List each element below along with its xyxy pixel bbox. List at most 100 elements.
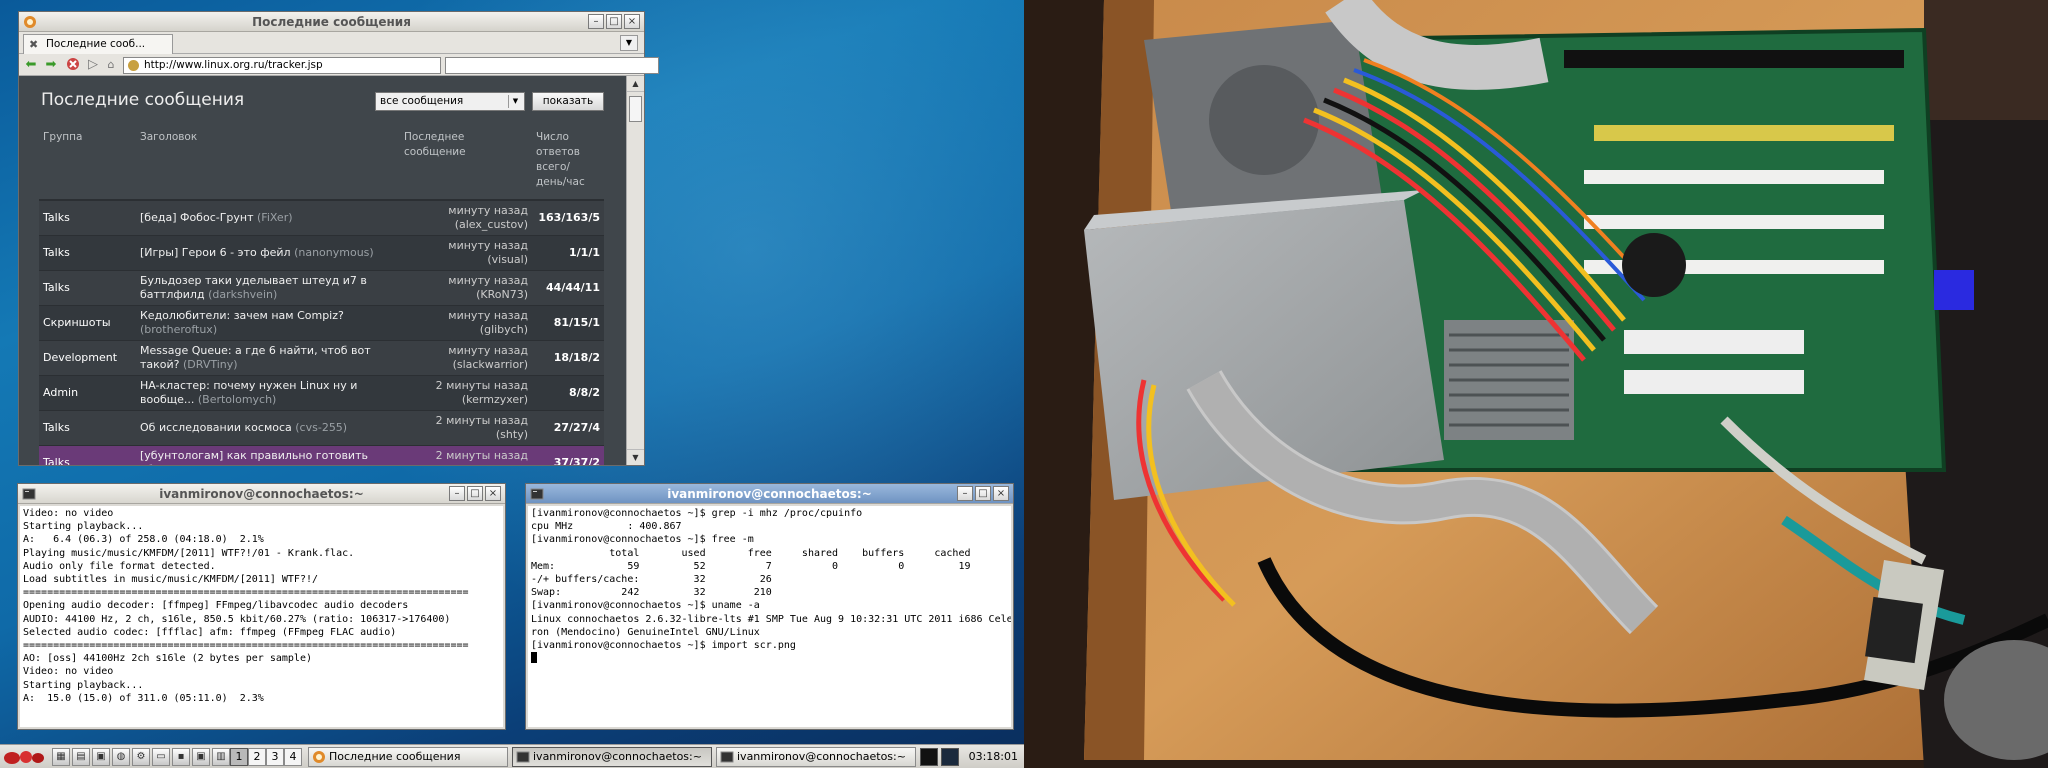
table-row[interactable]: Talks [Игры] Герои 6 - это фейл (nanonymo… bbox=[39, 235, 604, 271]
row-title[interactable]: HA-кластер: почему нужен Linux ну и вооб… bbox=[136, 375, 400, 411]
row-last-user[interactable]: (alex_custov) bbox=[455, 218, 528, 231]
row-group[interactable]: Admin bbox=[39, 375, 136, 411]
row-last-user[interactable]: (glibych) bbox=[480, 323, 528, 336]
row-last-message[interactable]: минуту назад (visual) bbox=[400, 235, 532, 271]
url-field[interactable]: http://www.linux.org.ru/tracker.jsp bbox=[123, 57, 441, 74]
row-last-user[interactable]: (visual) bbox=[487, 253, 528, 266]
row-group[interactable]: Talks bbox=[39, 235, 136, 271]
desktop-switch-3[interactable]: 3 bbox=[266, 748, 284, 766]
terminal-titlebar[interactable]: ivanmironov@connochaetos:~ – □ × bbox=[526, 484, 1013, 504]
taskbar-button-terminal-2[interactable]: ivanmironov@connochaetos:~ bbox=[716, 747, 916, 767]
browser-titlebar[interactable]: Последние сообщения – □ × bbox=[19, 12, 644, 32]
row-author[interactable]: (Bertolomych) bbox=[198, 393, 277, 406]
row-author[interactable]: (cvs-255) bbox=[295, 421, 347, 434]
row-last-message[interactable]: минуту назад (alex_custov) bbox=[400, 200, 532, 236]
row-title-text[interactable]: Кедолюбители: зачем нам Compiz? bbox=[140, 309, 344, 322]
row-author[interactable]: (brotheroftux) bbox=[140, 323, 217, 336]
row-title[interactable]: [убунтологам] как правильно готовить убу… bbox=[136, 445, 400, 465]
close-button[interactable]: × bbox=[485, 486, 501, 501]
row-title-text[interactable]: [убунтологам] как правильно готовить убу… bbox=[140, 449, 368, 465]
row-group[interactable]: Скриншоты bbox=[39, 305, 136, 341]
calendar-icon[interactable]: ▥ bbox=[212, 748, 230, 766]
row-last-message[interactable]: минуту назад (slackwarrior) bbox=[400, 340, 532, 376]
row-group[interactable]: Talks bbox=[39, 270, 136, 306]
close-button[interactable]: × bbox=[624, 14, 640, 29]
web-browser-icon[interactable]: ◍ bbox=[112, 748, 130, 766]
maximize-button[interactable]: □ bbox=[467, 486, 483, 501]
minimize-button[interactable]: – bbox=[957, 486, 973, 501]
row-last-message[interactable]: минуту назад (KRoN73) bbox=[400, 270, 532, 306]
search-input[interactable] bbox=[445, 57, 659, 74]
row-last-message[interactable]: 2 минуты назад (shty) bbox=[400, 410, 532, 446]
workspace-pager-2[interactable] bbox=[941, 748, 959, 766]
scroll-down-icon[interactable]: ▼ bbox=[627, 449, 644, 465]
window-list-icon[interactable]: ▣ bbox=[92, 748, 110, 766]
row-last-user[interactable]: (slackwarrior) bbox=[453, 358, 528, 371]
go-icon[interactable]: ▷ bbox=[85, 57, 101, 73]
desktop-switch-2[interactable]: 2 bbox=[248, 748, 266, 766]
scrollbar-thumb[interactable] bbox=[629, 96, 642, 122]
row-title[interactable]: Кедолюбители: зачем нам Compiz? (brother… bbox=[136, 305, 400, 341]
printer-icon[interactable]: ▭ bbox=[152, 748, 170, 766]
row-author[interactable]: (nanonymous) bbox=[294, 246, 374, 259]
home-icon[interactable]: ⌂ bbox=[103, 57, 119, 73]
tab-list-dropdown[interactable]: ▼ bbox=[620, 35, 638, 51]
terminal-output[interactable]: [ivanmironov@connochaetos ~]$ grep -i mh… bbox=[528, 506, 1011, 727]
table-row[interactable]: Talks Об исследовании космоса (cvs-255) 2 … bbox=[39, 410, 604, 446]
table-row[interactable]: Talks Бульдозер таки уделывает штеуд и7 в… bbox=[39, 270, 604, 306]
vertical-scrollbar[interactable]: ▲ ▼ bbox=[626, 76, 644, 465]
desktop-switch-1[interactable]: 1 bbox=[230, 748, 248, 766]
show-button[interactable]: показать bbox=[532, 92, 604, 111]
terminal-launcher-icon[interactable]: ▪ bbox=[172, 748, 190, 766]
table-row[interactable]: Talks [беда] Фобос-Грунт (FiXer) минуту на… bbox=[39, 200, 604, 236]
row-title[interactable]: [Игры] Герои 6 - это фейл (nanonymous) bbox=[136, 235, 400, 271]
close-tab-icon[interactable]: ✖ bbox=[29, 38, 38, 51]
minimize-button[interactable]: – bbox=[588, 14, 604, 29]
scroll-up-icon[interactable]: ▲ bbox=[627, 76, 644, 92]
row-last-message[interactable]: минуту назад (glibych) bbox=[400, 305, 532, 341]
row-title-text[interactable]: [Игры] Герои 6 - это фейл bbox=[140, 246, 291, 259]
row-author[interactable]: (stevejobs) bbox=[189, 463, 250, 465]
row-last-user[interactable]: (kermzyxer) bbox=[462, 393, 528, 406]
row-author[interactable]: (DRVTiny) bbox=[183, 358, 238, 371]
row-title[interactable]: Бульдозер таки уделывает штеуд и7 в батт… bbox=[136, 270, 400, 306]
row-last-message[interactable]: 2 минуты назад (kermzyxer) bbox=[400, 375, 532, 411]
message-filter-select[interactable]: все сообщения ▼ bbox=[375, 92, 525, 111]
row-last-user[interactable]: (trex6) bbox=[491, 463, 528, 465]
row-title[interactable]: Об исследовании космоса (cvs-255) bbox=[136, 410, 400, 446]
row-group[interactable]: Talks bbox=[39, 410, 136, 446]
close-button[interactable]: × bbox=[993, 486, 1009, 501]
terminal-output[interactable]: Video: no video Starting playback... A: 6.… bbox=[20, 506, 503, 727]
tab-tracker[interactable]: ✖ Последние сооб... bbox=[23, 34, 173, 54]
desktop-switch-4[interactable]: 4 bbox=[284, 748, 302, 766]
row-title-text[interactable]: Об исследовании космоса bbox=[140, 421, 292, 434]
terminal-titlebar[interactable]: ivanmironov@connochaetos:~ – □ × bbox=[18, 484, 505, 504]
table-row[interactable]: Admin HA-кластер: почему нужен Linux ну и… bbox=[39, 375, 604, 411]
row-title[interactable]: [беда] Фобос-Грунт (FiXer) bbox=[136, 200, 400, 236]
row-author[interactable]: (FiXer) bbox=[257, 211, 293, 224]
show-desktop-icon[interactable]: ▦ bbox=[52, 748, 70, 766]
table-row[interactable]: Скриншоты Кедолюбители: зачем нам Compiz?… bbox=[39, 305, 604, 341]
monitor-icon[interactable]: ▣ bbox=[192, 748, 210, 766]
maximize-button[interactable]: □ bbox=[606, 14, 622, 29]
row-group[interactable]: Development bbox=[39, 340, 136, 376]
taskbar-button-terminal-1[interactable]: ivanmironov@connochaetos:~ bbox=[512, 747, 712, 767]
minimize-button[interactable]: – bbox=[449, 486, 465, 501]
stop-icon[interactable] bbox=[65, 57, 81, 73]
settings-icon[interactable]: ⚙ bbox=[132, 748, 150, 766]
table-row[interactable]: Talks [убунтологам] как правильно готовит… bbox=[39, 445, 604, 465]
maximize-button[interactable]: □ bbox=[975, 486, 991, 501]
table-row[interactable]: Development Message Queue: а где 6 найти,… bbox=[39, 340, 604, 376]
row-title[interactable]: Message Queue: а где 6 найти, чтоб вот т… bbox=[136, 340, 400, 376]
row-last-message[interactable]: 2 минуты назад(trex6) bbox=[400, 445, 532, 465]
row-last-user[interactable]: (shty) bbox=[496, 428, 528, 441]
start-menu-icon[interactable] bbox=[2, 748, 46, 766]
row-last-user[interactable]: (KRoN73) bbox=[476, 288, 528, 301]
forward-icon[interactable]: ➡ bbox=[43, 57, 59, 73]
workspace-pager-1[interactable] bbox=[920, 748, 938, 766]
row-group[interactable]: Talks bbox=[39, 200, 136, 236]
taskbar-button-browser[interactable]: Последние сообщения bbox=[308, 747, 508, 767]
row-group[interactable]: Talks bbox=[39, 445, 136, 465]
row-author[interactable]: (darkshvein) bbox=[208, 288, 277, 301]
file-manager-icon[interactable]: ▤ bbox=[72, 748, 90, 766]
